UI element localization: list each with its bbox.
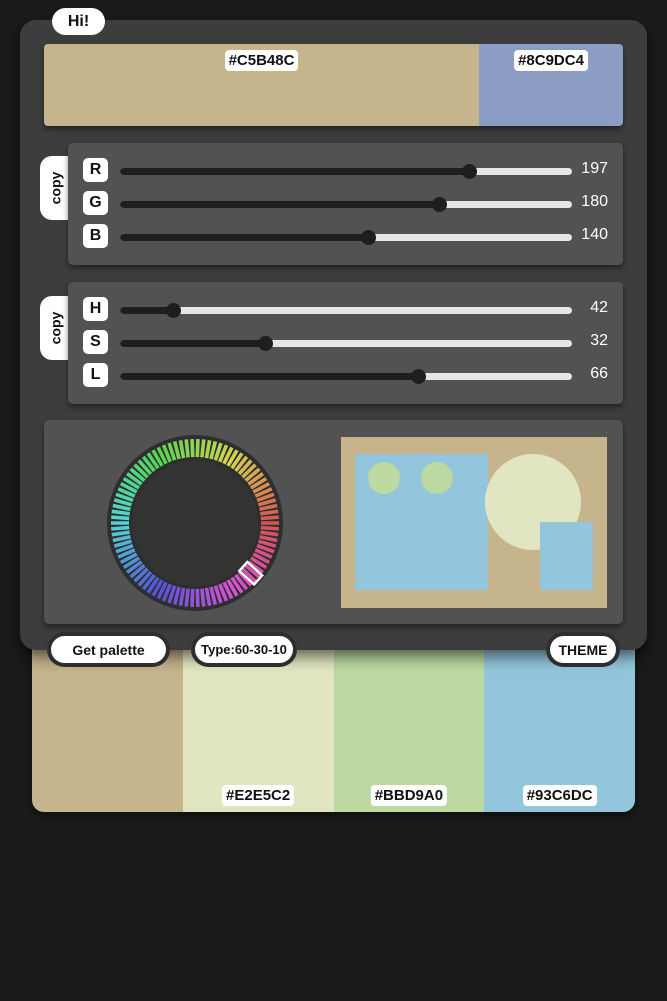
hue-tick	[111, 515, 130, 521]
preview-dot	[421, 462, 453, 494]
channel-label-r: R	[83, 158, 108, 182]
channel-label-g: G	[83, 191, 108, 215]
s-slider-fill	[120, 340, 265, 347]
h-slider[interactable]	[120, 303, 572, 318]
b-slider-thumb[interactable]	[361, 230, 377, 245]
g-slider[interactable]	[120, 197, 572, 212]
palette-hex-label: #93C6DC	[522, 785, 597, 806]
l-value: 66	[590, 365, 608, 382]
g-value: 180	[581, 193, 608, 210]
hue-tick	[111, 530, 130, 537]
hue-tick	[260, 525, 279, 531]
hue-tick	[184, 588, 190, 607]
secondary-color-swatch[interactable]: #8C9DC4	[479, 44, 623, 126]
theme-preview-canvas	[355, 454, 593, 590]
slider-row-r: R 197	[68, 158, 623, 184]
hue-wheel-center	[132, 460, 258, 586]
copy-hsl-label: copy	[47, 311, 63, 345]
primary-hex-label[interactable]: #C5B48C	[224, 50, 299, 71]
slider-row-h: H 42	[68, 297, 623, 323]
slider-row-b: B 140	[68, 224, 623, 250]
color-swatch-bar: #C5B48C #8C9DC4	[44, 44, 623, 126]
color-tool-app: #E2E5C2 #BBD9A0 #93C6DC Hi! #C5B48C #8C9…	[0, 0, 667, 1001]
secondary-hex-label[interactable]: #8C9DC4	[514, 50, 588, 71]
hue-tick	[111, 509, 130, 516]
rgb-slider-panel: R 197 G 180 B 140	[68, 143, 623, 265]
greeting-badge[interactable]: Hi!	[52, 8, 105, 35]
hue-tick	[111, 525, 130, 531]
palette-swatch[interactable]: #BBD9A0	[333, 626, 485, 812]
slider-row-s: S 32	[68, 330, 623, 356]
s-slider-thumb[interactable]	[257, 336, 273, 351]
l-slider-fill	[120, 373, 419, 380]
color-wheel-panel	[44, 420, 623, 624]
channel-label-l: L	[83, 363, 108, 387]
hue-wheel[interactable]	[100, 428, 290, 618]
hue-tick	[190, 438, 195, 458]
hue-tick	[260, 530, 279, 537]
theme-button[interactable]: THEME	[550, 636, 616, 663]
palette-hex-label: #BBD9A0	[370, 785, 448, 806]
copy-rgb-label: copy	[47, 171, 63, 205]
slider-row-l: L 66	[68, 363, 623, 389]
r-slider-fill	[120, 168, 470, 175]
theme-preview	[341, 437, 607, 608]
copy-rgb-button[interactable]: copy	[40, 156, 70, 220]
hue-tick	[200, 439, 206, 458]
hue-tick	[190, 588, 195, 608]
b-value: 140	[581, 226, 608, 243]
r-slider-thumb[interactable]	[462, 164, 478, 179]
b-slider-fill	[120, 234, 369, 241]
g-slider-fill	[120, 201, 440, 208]
s-value: 32	[590, 332, 608, 349]
hue-tick	[195, 588, 200, 608]
hue-tick	[260, 509, 279, 516]
copy-hsl-button[interactable]: copy	[40, 296, 70, 360]
preview-block	[540, 522, 593, 590]
primary-color-swatch[interactable]: #C5B48C	[44, 44, 479, 126]
b-slider[interactable]	[120, 230, 572, 245]
h-slider-thumb[interactable]	[165, 303, 181, 318]
hue-tick	[260, 515, 279, 521]
r-value: 197	[581, 160, 608, 177]
slider-row-g: G 180	[68, 191, 623, 217]
channel-label-b: B	[83, 224, 108, 248]
g-slider-thumb[interactable]	[432, 197, 448, 212]
channel-label-s: S	[83, 330, 108, 354]
s-slider[interactable]	[120, 336, 572, 351]
r-slider[interactable]	[120, 164, 572, 179]
palette-hex-label: #E2E5C2	[222, 785, 295, 806]
get-palette-button[interactable]: Get palette	[51, 636, 166, 663]
h-slider-fill	[120, 307, 173, 314]
channel-label-h: H	[83, 297, 108, 321]
preview-dot	[368, 462, 400, 494]
l-slider[interactable]	[120, 369, 572, 384]
l-slider-thumb[interactable]	[411, 369, 427, 384]
hsl-slider-panel: H 42 S 32 L 66	[68, 282, 623, 404]
hue-tick	[195, 438, 200, 458]
palette-type-button[interactable]: Type:60-30-10	[195, 636, 293, 663]
h-value: 42	[590, 299, 608, 316]
hue-tick	[184, 439, 190, 458]
hue-tick	[200, 588, 206, 607]
